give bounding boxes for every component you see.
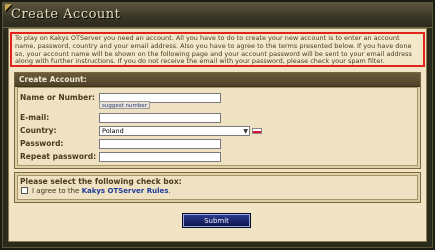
password-label: Password: xyxy=(20,139,64,148)
terms-heading: Please select the following check box: xyxy=(20,177,182,186)
email-input[interactable] xyxy=(99,113,221,123)
rules-link[interactable]: Kakys OTServer Rules xyxy=(82,187,169,195)
email-label: E-mail: xyxy=(20,113,50,122)
country-selected: Poland xyxy=(102,127,124,135)
repeat-password-input[interactable] xyxy=(99,152,221,162)
account-notice: To play on Kakys OTServer you need an ac… xyxy=(10,32,425,67)
chevron-down-icon: ▼ xyxy=(243,128,248,135)
country-select[interactable]: Poland ▼ xyxy=(99,126,250,136)
password-input[interactable] xyxy=(99,139,221,149)
title-bar: ◤ Create Account xyxy=(3,3,432,28)
agree-suffix: . xyxy=(168,187,171,195)
submit-button[interactable]: Submit xyxy=(183,214,250,227)
poland-flag-icon xyxy=(252,128,262,134)
agree-text: I agree to the Kakys OTServer Rules. xyxy=(32,187,171,195)
suggest-number-button[interactable]: suggest number xyxy=(99,101,150,109)
corner-ornament-icon: ◤ xyxy=(5,3,13,13)
page-title-text: Create Account xyxy=(11,7,121,22)
account-label: Name or Number: xyxy=(20,93,95,102)
agree-prefix: I agree to the xyxy=(32,187,80,195)
panel-heading: Create Account: xyxy=(15,73,420,87)
page-title: ◤ Create Account xyxy=(5,3,121,22)
repeat-password-label: Repeat password: xyxy=(20,152,97,161)
country-label: Country: xyxy=(20,126,57,135)
agree-checkbox[interactable] xyxy=(21,187,28,194)
